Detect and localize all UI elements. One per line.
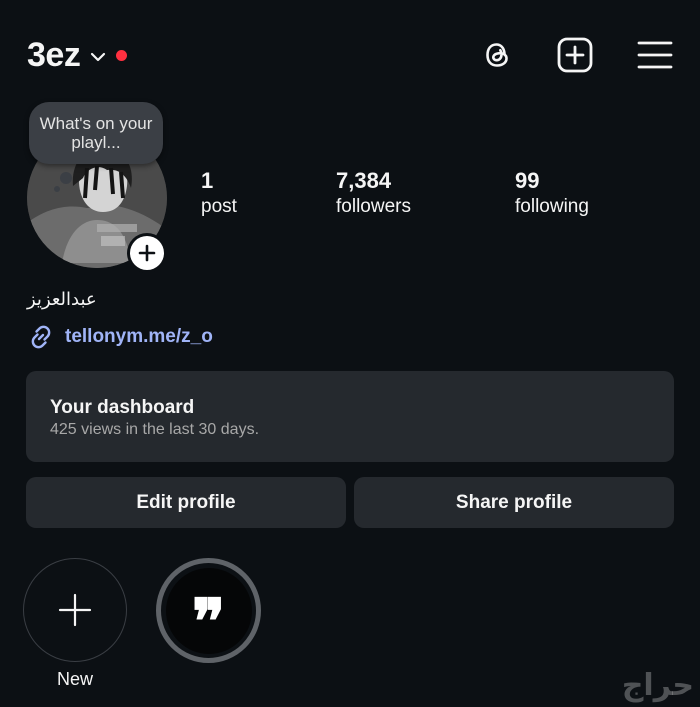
followers-label: followers bbox=[336, 196, 411, 217]
dashboard-card[interactable]: Your dashboard 425 views in the last 30 … bbox=[26, 371, 674, 462]
watermark-logo: حراج bbox=[621, 669, 694, 702]
dashboard-subtitle: 425 views in the last 30 days. bbox=[50, 421, 260, 438]
following-count[interactable]: 99 following bbox=[515, 168, 589, 220]
username: 3ez bbox=[27, 36, 81, 74]
menu-icon[interactable] bbox=[636, 36, 674, 74]
link-icon bbox=[31, 325, 51, 349]
full-name: عبدالعزيز bbox=[27, 289, 97, 309]
new-highlight-label: New bbox=[56, 669, 93, 689]
bio-link[interactable]: tellonym.me/z_o bbox=[27, 323, 213, 351]
link-text: tellonym.me/z_o bbox=[65, 326, 213, 347]
top-bar: 3ez bbox=[0, 0, 700, 112]
edit-profile-button[interactable]: Edit profile bbox=[26, 477, 346, 528]
create-icon[interactable] bbox=[556, 36, 594, 74]
posts-count[interactable]: 1 post bbox=[201, 168, 237, 220]
chevron-down-icon bbox=[91, 52, 106, 61]
plus-icon bbox=[138, 244, 156, 262]
following-number: 99 bbox=[515, 168, 540, 193]
note-bubble-tail bbox=[60, 172, 72, 184]
posts-label: post bbox=[201, 196, 237, 217]
profile-page: 3ez What's on your playl... 1 post 7,384… bbox=[0, 0, 700, 707]
highlight-quote[interactable]: ❞ bbox=[156, 558, 261, 663]
plus-icon bbox=[58, 593, 92, 627]
new-highlight-button[interactable] bbox=[23, 558, 127, 662]
notification-dot bbox=[116, 50, 128, 61]
following-label: following bbox=[515, 196, 589, 217]
posts-number: 1 bbox=[201, 168, 214, 193]
share-profile-button[interactable]: Share profile bbox=[354, 477, 674, 528]
add-story-button[interactable] bbox=[127, 233, 167, 273]
threads-icon[interactable] bbox=[478, 36, 516, 74]
note-bubble-tail-small bbox=[54, 186, 60, 192]
quote-icon: ❞ bbox=[165, 567, 252, 654]
followers-number: 7,384 bbox=[336, 168, 392, 193]
account-switcher[interactable]: 3ez bbox=[27, 36, 128, 75]
followers-count[interactable]: 7,384 followers bbox=[336, 168, 411, 220]
dashboard-title: Your dashboard bbox=[50, 397, 195, 418]
note-bubble[interactable]: What's on your playl... bbox=[29, 102, 163, 164]
